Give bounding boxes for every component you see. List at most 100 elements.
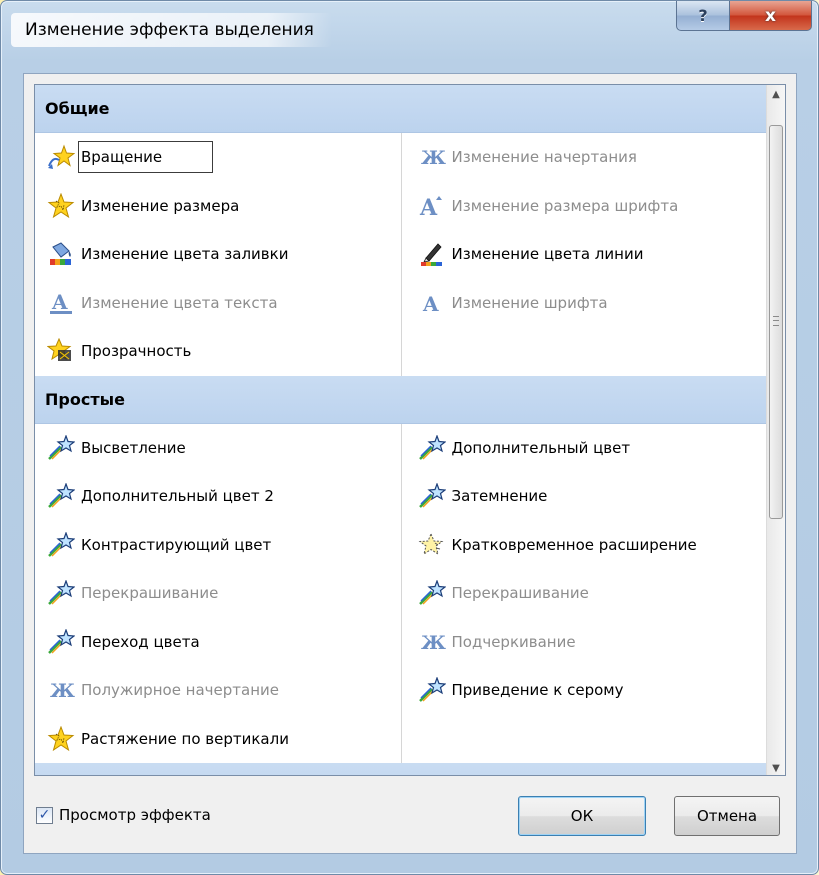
effect-item-label: Изменение цвета линии [451,245,644,264]
help-button[interactable]: ? [676,1,730,31]
effect-item[interactable]: Контрастирующий цвет [35,521,401,570]
star-grow-icon [45,724,77,754]
effect-item-label: Контрастирующий цвет [81,535,272,554]
effect-item-label: Перекрашивание [81,584,219,603]
effect-item[interactable]: Изменение цвета заливки [35,230,401,279]
effect-item-label: Кратковременное расширение [451,535,697,554]
effect-item[interactable]: Кратковременное расширение [402,521,769,570]
dialog-title: Изменение эффекта выделения [11,13,332,47]
preview-effect-label: Просмотр эффекта [59,806,211,824]
effect-item-label: Изменение шрифта [451,293,608,312]
effect-item[interactable]: Вращение [35,133,401,182]
effect-item-label: Подчеркивание [451,632,576,651]
effect-item[interactable]: Прозрачность [35,327,401,376]
change-emphasis-effect-dialog: Изменение эффекта выделения ? x Общие Вра… [0,0,819,875]
preview-effect-checkbox[interactable]: ✓ Просмотр эффекта [36,806,211,824]
cancel-button[interactable]: Отмена [674,796,780,836]
effect-item[interactable]: Перекрашивание [402,569,769,618]
scroll-grip-icon [773,316,779,326]
star-spin-icon [45,142,77,172]
effect-item[interactable]: Приведение к серому [402,666,769,715]
checkbox-check-icon[interactable]: ✓ [36,806,53,824]
effect-item-label: Изменение размера [81,196,240,215]
bold-icon: Ж [416,142,448,172]
effect-item-label: Изменение размера шрифта [451,196,679,215]
effect-item-label: Растяжение по вертикали [81,729,289,748]
shooting-star-icon [416,433,448,463]
effect-item-label: Перекрашивание [451,584,589,603]
paint-bucket-icon [45,239,77,269]
star-transparency-icon [45,336,77,366]
shooting-star-icon [45,433,77,463]
title-bar[interactable]: Изменение эффекта выделения ? x [1,1,818,75]
svg-text:A: A [51,290,68,314]
shooting-star-icon [416,675,448,705]
effect-item-label: Изменение начертания [451,148,637,167]
scroll-thumb[interactable] [769,125,783,519]
effect-item-label: Полужирное начертание [81,681,280,700]
effect-item[interactable]: Дополнительный цвет [402,424,769,473]
effects-column-left: Высветление Дополнительный цвет 2 Контраст… [35,423,402,764]
svg-text:Ж: Ж [421,632,446,654]
shooting-star-icon [45,627,77,657]
group-header: Средние [35,763,768,775]
bold-icon: Ж [45,675,77,705]
effect-item[interactable]: Ж Полужирное начертание [35,666,401,715]
svg-text:Ж: Ж [421,147,446,169]
group-header: Общие [35,85,768,133]
dialog-client-area: Общие Вращение Изменение размера Изменение … [23,73,797,854]
effect-item[interactable]: Растяжение по вертикали [35,715,401,764]
close-button[interactable]: x [730,1,812,31]
effect-item[interactable]: Перекрашивание [35,569,401,618]
effects-column-right: Ж Изменение начертания A Изменение размера … [402,133,769,376]
shooting-star-icon [45,578,77,608]
svg-text:A: A [422,292,439,316]
scroll-down-arrow-icon[interactable]: ▼ [767,759,785,775]
effect-item[interactable]: A Изменение размера шрифта [402,182,769,231]
effect-item[interactable]: Ж Изменение начертания [402,133,769,182]
effect-item[interactable]: Затемнение [402,472,769,521]
effect-item[interactable]: Переход цвета [35,618,401,667]
effect-item[interactable]: Изменение цвета линии [402,230,769,279]
effect-item-label: Дополнительный цвет 2 [81,487,274,506]
effect-item-label: Вращение [77,141,214,174]
group-header: Простые [35,375,768,424]
vertical-scrollbar[interactable]: ▲ ▼ [766,85,785,775]
bold-icon: Ж [416,627,448,657]
effect-item-label: Прозрачность [81,342,192,361]
font-color-icon: A [45,288,77,318]
pen-color-icon [416,239,448,269]
svg-text:Ж: Ж [50,680,75,702]
shooting-star-icon [416,578,448,608]
effect-item-label: Затемнение [451,487,548,506]
shooting-star-icon [45,530,77,560]
effect-item-label: Дополнительный цвет [451,438,631,457]
caption-buttons: ? x [676,1,812,31]
effect-item-label: Высветление [81,438,186,457]
shooting-star-icon [416,481,448,511]
effect-item-label: Переход цвета [81,632,200,651]
effects-column-left: Вращение Изменение размера Изменение цвета… [35,133,402,376]
ok-button[interactable]: ОК [518,796,646,836]
effect-item[interactable]: Ж Подчеркивание [402,618,769,667]
font-icon: A [416,288,448,318]
scroll-up-arrow-icon[interactable]: ▲ [767,85,785,103]
effect-item[interactable]: Дополнительный цвет 2 [35,472,401,521]
star-flicker-icon [416,530,448,560]
effect-item-label: Приведение к серому [451,681,624,700]
shooting-star-icon [45,481,77,511]
effect-item-label: Изменение цвета текста [81,293,278,312]
effects-list-content: Общие Вращение Изменение размера Изменение … [35,85,769,775]
effect-item[interactable]: Высветление [35,424,401,473]
dialog-footer: ✓ Просмотр эффекта ОК Отмена [34,796,786,840]
star-grow-icon [45,191,77,221]
group-body: Высветление Дополнительный цвет 2 Контраст… [35,423,769,764]
effect-item[interactable]: A Изменение цвета текста [35,279,401,328]
font-size-icon: A [416,191,448,221]
group-body: Вращение Изменение размера Изменение цвета… [35,133,768,376]
effect-item-label: Изменение цвета заливки [81,245,289,264]
effect-item[interactable]: A Изменение шрифта [402,279,769,328]
effect-item[interactable]: Изменение размера [35,182,401,231]
effects-list[interactable]: Общие Вращение Изменение размера Изменение … [34,84,786,776]
effects-column-right: Дополнительный цвет Затемнение Кратковреме… [402,424,769,764]
